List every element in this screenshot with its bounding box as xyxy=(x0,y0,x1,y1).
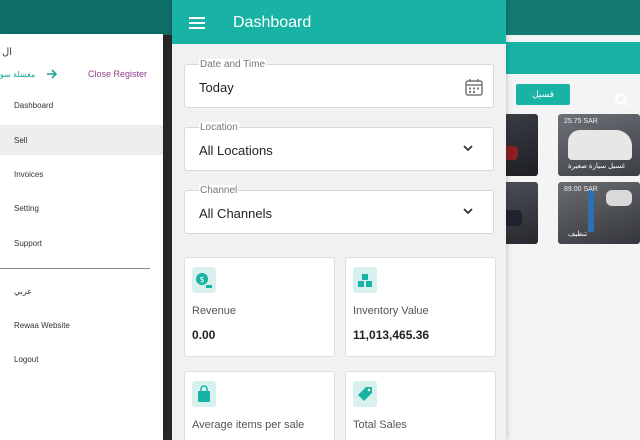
drawer-brand: ال xyxy=(2,47,13,58)
menu-item-invoices[interactable]: Invoices xyxy=(0,159,163,189)
channel-value: All Channels xyxy=(199,206,272,221)
menu-item-logout[interactable]: Logout xyxy=(0,344,163,374)
menu-item-label: Logout xyxy=(14,354,39,364)
tile-price: 25.75 SAR xyxy=(564,118,598,125)
location-label: Location xyxy=(199,122,239,134)
shopping-bag-icon xyxy=(192,381,216,407)
background-statusbar xyxy=(0,0,175,35)
date-time-value: Today xyxy=(199,80,234,95)
average-items-card[interactable]: Average items per sale xyxy=(184,371,335,440)
revenue-icon: $ xyxy=(192,267,216,293)
channel-select[interactable]: Channel All Channels xyxy=(184,185,494,234)
menu-item-label: Rewaa Website xyxy=(14,320,70,330)
menu-item-label: Support xyxy=(14,238,43,248)
date-time-picker[interactable]: Date and Time Today xyxy=(184,59,494,108)
menu-item-sell[interactable]: Sell xyxy=(0,125,163,155)
price-tag-icon xyxy=(353,381,377,407)
channel-label: Channel xyxy=(199,185,239,197)
card-label: Average items per sale xyxy=(192,419,305,431)
menu-item-label: Invoices xyxy=(14,169,44,179)
card-label: Revenue xyxy=(192,305,237,317)
menu-item-dashboard[interactable]: Dashboard xyxy=(0,90,163,120)
card-label: Inventory Value xyxy=(353,305,429,317)
page-title: Dashboard xyxy=(233,14,312,31)
menu-item-language[interactable]: عربي xyxy=(0,276,163,306)
inventory-icon xyxy=(353,267,377,293)
menu-item-setting[interactable]: Setting xyxy=(0,193,163,223)
tile-price: 89.00 SAR xyxy=(564,186,598,193)
chevron-down-icon xyxy=(463,145,473,152)
menu-item-label: Setting xyxy=(14,203,39,213)
date-time-label: Date and Time xyxy=(199,59,267,71)
menu-icon[interactable] xyxy=(189,17,205,29)
drawer-branch-name: مغسلة سو xyxy=(0,70,36,79)
inventory-value-card[interactable]: Inventory Value 11,013,465.36 xyxy=(345,257,496,357)
background-app-button: فسيل xyxy=(516,84,570,105)
close-register-button[interactable]: Close Register xyxy=(88,69,147,79)
app-bar: Dashboard xyxy=(172,0,506,44)
menu-item-label: Dashboard xyxy=(14,100,54,110)
arrow-right-icon[interactable] xyxy=(46,69,58,79)
tile-name: تنظيف xyxy=(568,231,588,238)
svg-text:$: $ xyxy=(199,275,204,284)
menu-item-rewaa-website[interactable]: Rewaa Website xyxy=(0,310,163,340)
product-tile: 89.00 SAR تنظيف xyxy=(558,182,640,244)
search-icon xyxy=(615,93,629,107)
navigation-drawer: ال مغسلة سو Close Register Dashboard Sel… xyxy=(0,34,163,440)
menu-item-label: عربي xyxy=(14,286,33,296)
total-sales-card[interactable]: Total Sales xyxy=(345,371,496,440)
location-value: All Locations xyxy=(199,143,273,158)
card-value: 11,013,465.36 xyxy=(353,328,430,342)
card-label: Total Sales xyxy=(353,419,407,431)
dashboard-screen: Dashboard Date and Time Today Location A… xyxy=(172,0,506,440)
card-value: 0.00 xyxy=(192,328,216,342)
menu-item-support[interactable]: Support xyxy=(0,228,163,258)
menu-item-label: Sell xyxy=(14,135,28,145)
chevron-down-icon xyxy=(463,208,473,215)
drawer-divider xyxy=(0,268,150,269)
product-tile: 25.75 SAR غسيل سيارة صغيرة xyxy=(558,114,640,176)
location-select[interactable]: Location All Locations xyxy=(184,122,494,171)
tile-name: غسيل سيارة صغيرة xyxy=(568,163,626,170)
revenue-card[interactable]: $ Revenue 0.00 xyxy=(184,257,335,357)
calendar-icon[interactable] xyxy=(465,78,483,96)
